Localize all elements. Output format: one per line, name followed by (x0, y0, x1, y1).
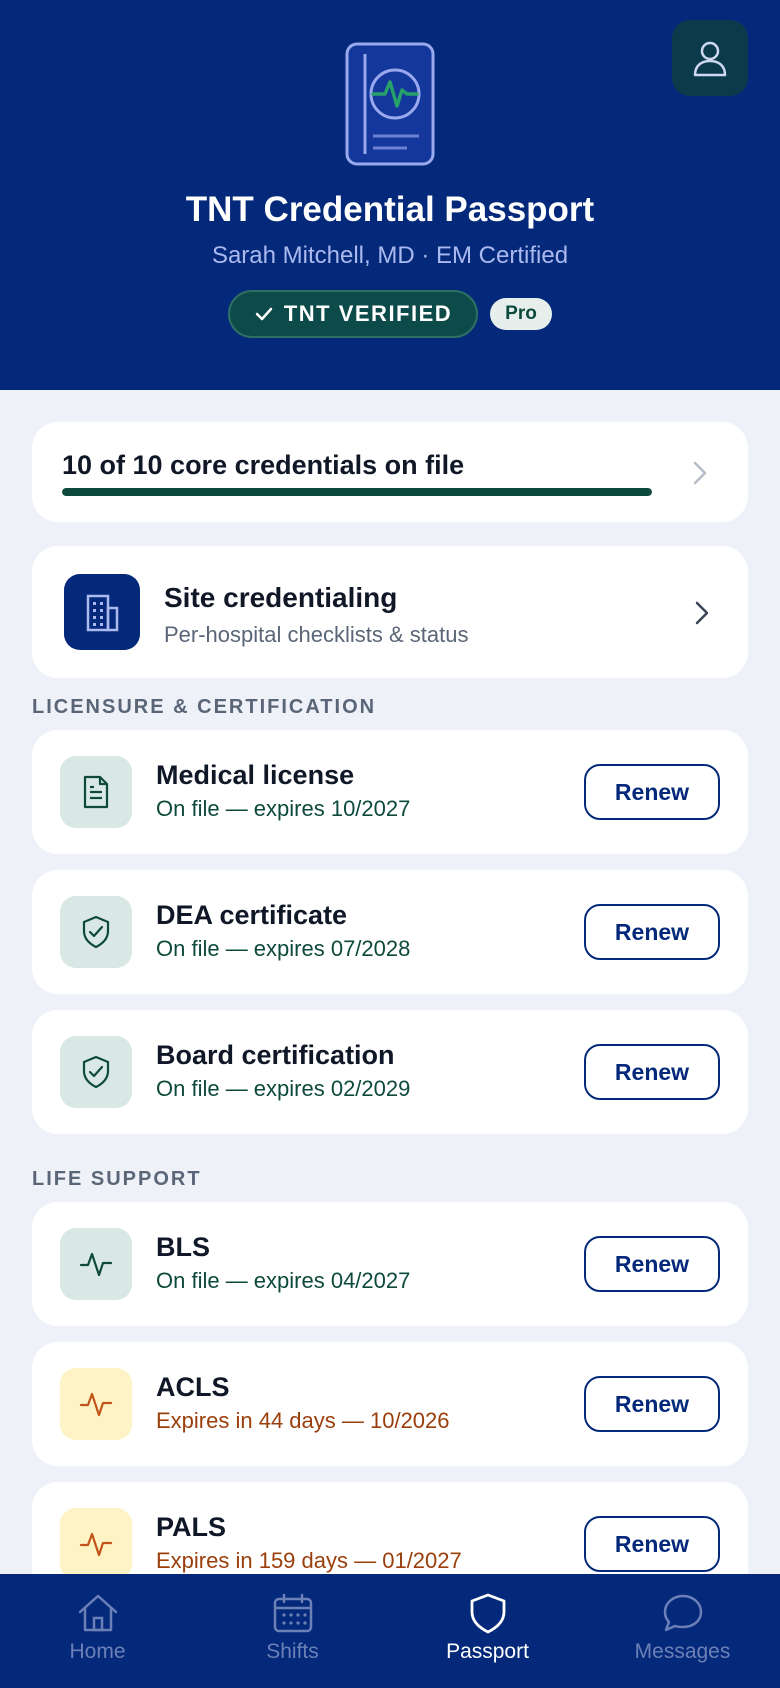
credential-status: Expires in 159 days — 01/2027 (156, 1548, 462, 1573)
credential-name: Board certification (156, 1040, 395, 1070)
credential-status: On file — expires 04/2027 (156, 1268, 411, 1293)
credential-status: On file — expires 07/2028 (156, 936, 411, 961)
site-credentialing-subtitle: Per-hospital checklists & status (164, 622, 469, 647)
credential-card-dea-certificate: DEA certificate On file — expires 07/202… (32, 870, 748, 994)
credential-card-bls: BLS On file — expires 04/2027 Renew (32, 1202, 748, 1326)
credential-name: PALS (156, 1512, 227, 1542)
credential-name: DEA certificate (156, 900, 348, 930)
passport-header: TNT Credential Passport Sarah Mitchell, … (0, 0, 780, 390)
user-subtitle: Sarah Mitchell, MD · EM Certified (211, 242, 569, 269)
bottom-tab-bar: Home Shifts Passport Messages (0, 1574, 780, 1688)
progress-text: 10 of 10 core credentials on file (62, 450, 465, 480)
shield-check-icon (60, 896, 132, 968)
credential-status: Expires in 44 days — 10/2026 (156, 1408, 450, 1433)
credential-card-acls: ACLS Expires in 44 days — 10/2026 Renew (32, 1342, 748, 1466)
renew-button[interactable]: Renew (584, 1044, 720, 1100)
renew-button[interactable]: Renew (584, 1376, 720, 1432)
document-icon (60, 756, 132, 828)
tab-shifts[interactable]: Shifts (195, 1574, 390, 1688)
home-icon (78, 1594, 117, 1632)
passport-heartbeat-icon (345, 42, 435, 166)
section-heading-licensure: LICENSURE & CERTIFICATION (32, 696, 377, 718)
page-title: TNT Credential Passport (185, 190, 595, 229)
credential-status: On file — expires 02/2029 (156, 1076, 411, 1101)
credential-name: Medical license (156, 760, 355, 790)
renew-button[interactable]: Renew (584, 764, 720, 820)
tab-passport-label: Passport (446, 1640, 529, 1663)
credential-name: ACLS (156, 1372, 230, 1402)
credential-status: On file — expires 10/2027 (156, 796, 411, 821)
profile-button[interactable] (672, 20, 748, 96)
tier-badge: Pro (490, 298, 552, 330)
credential-card-board-certification: Board certification On file — expires 02… (32, 1010, 748, 1134)
building-icon (64, 574, 140, 650)
check-icon (255, 307, 273, 321)
section-heading-life-support: LIFE SUPPORT (32, 1168, 202, 1190)
tab-home[interactable]: Home (0, 1574, 195, 1688)
verified-badge-label: TNT VERIFIED (283, 301, 453, 326)
shield-icon (470, 1593, 505, 1634)
tab-passport[interactable]: Passport (390, 1574, 585, 1688)
renew-button[interactable]: Renew (584, 1236, 720, 1292)
pulse-icon (60, 1228, 132, 1300)
progress-bar (62, 488, 652, 496)
tab-home-label: Home (69, 1640, 126, 1663)
calendar-icon (273, 1593, 312, 1633)
chevron-right-icon (693, 461, 707, 485)
site-credentialing-title: Site credentialing (164, 582, 398, 613)
credential-card-medical-license: Medical license On file — expires 10/202… (32, 730, 748, 854)
verified-badge: TNT VERIFIED (228, 290, 478, 338)
renew-button[interactable]: Renew (584, 1516, 720, 1572)
renew-button[interactable]: Renew (584, 904, 720, 960)
tab-shifts-label: Shifts (266, 1640, 319, 1663)
pulse-icon (60, 1368, 132, 1440)
site-credentialing-card[interactable]: Site credentialing Per-hospital checklis… (32, 546, 748, 678)
chevron-right-icon (695, 601, 709, 625)
credential-name: BLS (156, 1232, 210, 1262)
credentials-progress-card[interactable]: 10 of 10 core credentials on file (32, 422, 748, 522)
tab-messages[interactable]: Messages (585, 1574, 780, 1688)
shield-check-icon (60, 1036, 132, 1108)
tab-messages-label: Messages (634, 1640, 731, 1663)
chat-icon (663, 1594, 702, 1632)
progress-bar-fill (62, 488, 652, 496)
user-icon (693, 41, 727, 77)
pulse-icon (60, 1508, 132, 1580)
